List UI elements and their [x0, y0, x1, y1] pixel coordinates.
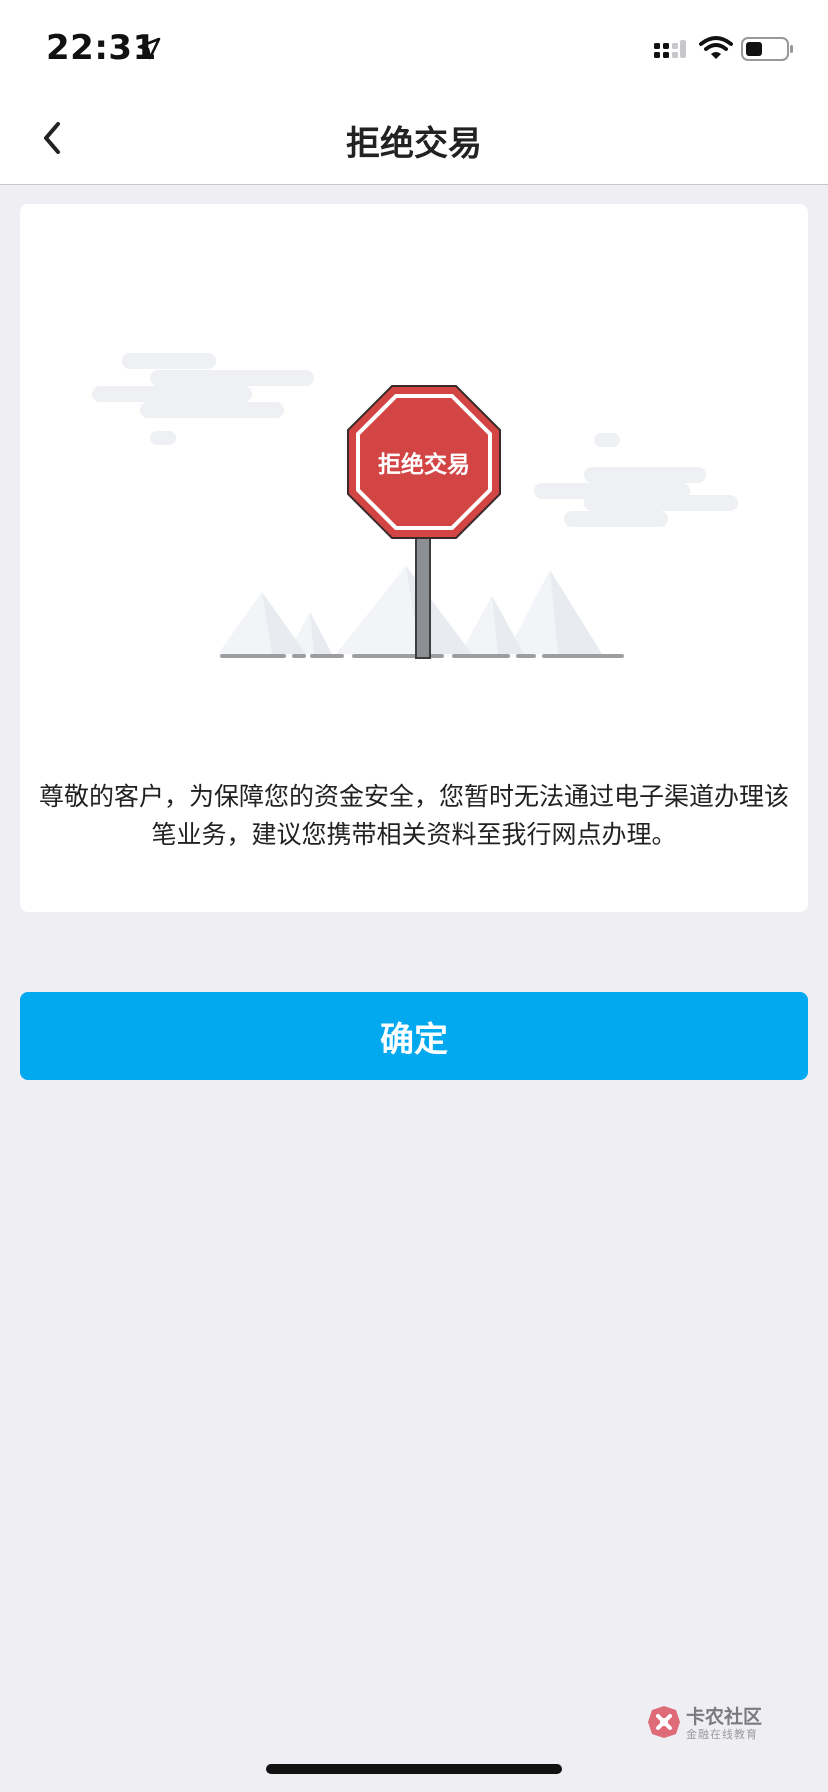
kanong-logo-icon: [648, 1706, 680, 1738]
rejection-card: 拒绝交易 尊敬的客户，为保障您的资金安全，您暂时无法通过电子渠道办理该笔业务，建…: [20, 204, 808, 912]
cloud-left: [92, 353, 314, 445]
location-arrow-icon: [137, 37, 161, 60]
watermark-subtitle: 金融在线教育: [686, 1728, 758, 1741]
screen: 22:31 拒绝交易 拒绝交易 尊敬的客户，为保障您的资金安全，您暂时无法通过电…: [0, 0, 828, 1792]
sign-pole: [415, 531, 431, 659]
nav-bar: 拒绝交易: [0, 92, 828, 185]
rejection-message: 尊敬的客户，为保障您的资金安全，您暂时无法通过电子渠道办理该笔业务，建议您携带相…: [38, 782, 789, 849]
signal-icon: [654, 40, 686, 58]
cloud-right: [534, 433, 738, 527]
wifi-icon: [699, 36, 733, 59]
watermark-title: 卡农社区: [686, 1706, 763, 1728]
page-title: 拒绝交易: [346, 124, 482, 164]
confirm-button[interactable]: 确定: [20, 992, 808, 1080]
watermark-logo: 卡农社区 金融在线教育: [646, 1700, 770, 1744]
status-bar: 22:31: [0, 0, 828, 92]
sign-label: 拒绝交易: [378, 451, 470, 478]
battery-icon: [741, 37, 793, 61]
stop-sign-illustration: 拒绝交易: [92, 353, 738, 659]
home-indicator[interactable]: [266, 1764, 562, 1774]
